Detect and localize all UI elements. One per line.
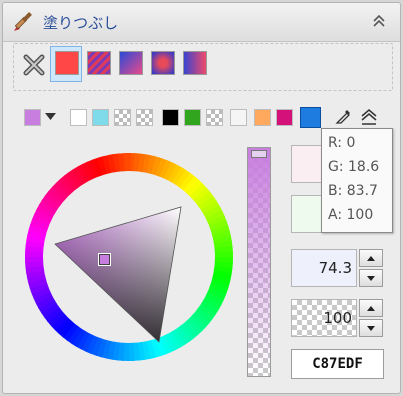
palette-swatch[interactable] — [70, 109, 87, 126]
alpha-slider[interactable] — [247, 147, 271, 377]
radial-gradient-button[interactable] — [151, 51, 175, 75]
tooltip-alpha: A: 100 — [328, 207, 374, 223]
mesh-gradient-button[interactable] — [183, 51, 207, 75]
alpha-decrement-button[interactable] — [359, 319, 383, 337]
arrow-down-icon — [367, 276, 375, 281]
tooltip-red: R: 0 — [328, 135, 356, 151]
panel-title: 塗りつぶし — [43, 14, 119, 32]
alpha-increment-button[interactable] — [359, 299, 383, 317]
alpha-spinbox: 100 — [291, 299, 383, 337]
arrow-down-icon — [367, 326, 375, 331]
layers-icon[interactable] — [359, 107, 379, 127]
lightness-decrement-button[interactable] — [359, 269, 383, 287]
no-fill-icon[interactable] — [23, 54, 45, 76]
lightness-increment-button[interactable] — [359, 249, 383, 267]
triangle-picker-handle[interactable] — [98, 253, 111, 266]
fill-panel: 塗りつぶし 74.3 100 C87EDF R: 0 G: 18.6 B: 83… — [2, 2, 401, 394]
arrow-up-icon — [367, 306, 375, 311]
palette-swatch[interactable] — [300, 107, 321, 128]
palette-swatch[interactable] — [276, 109, 293, 126]
alpha-field[interactable]: 100 — [291, 299, 357, 337]
palette-swatch[interactable] — [162, 109, 179, 126]
pattern-fill-button[interactable] — [87, 51, 111, 75]
rgba-tooltip: R: 0 G: 18.6 B: 83.7 A: 100 — [321, 128, 393, 233]
chevron-down-icon[interactable] — [45, 113, 56, 121]
arrow-up-icon — [367, 256, 375, 261]
palette-swatch[interactable] — [206, 109, 223, 126]
palette-swatch[interactable] — [254, 109, 271, 126]
palette-swatch[interactable] — [136, 109, 153, 126]
paint-brush-icon — [14, 12, 32, 31]
palette-swatch[interactable] — [230, 109, 247, 126]
eyedropper-icon[interactable] — [334, 106, 354, 126]
palette-swatch[interactable] — [92, 109, 109, 126]
palette-swatch[interactable] — [114, 109, 131, 126]
tooltip-blue: B: 83.7 — [328, 183, 378, 199]
tooltip-green: G: 18.6 — [328, 159, 380, 175]
linear-gradient-button[interactable] — [119, 51, 143, 75]
collapse-icon[interactable] — [372, 13, 386, 29]
palette-swatch[interactable] — [184, 109, 201, 126]
color-wheel[interactable] — [23, 151, 235, 363]
current-color-swatch[interactable] — [24, 109, 41, 126]
lightness-field[interactable]: 74.3 — [291, 249, 357, 287]
alpha-slider-handle[interactable] — [251, 150, 267, 158]
panel-header[interactable]: 塗りつぶし — [3, 3, 400, 42]
solid-fill-button[interactable] — [55, 51, 79, 75]
lightness-spinbox: 74.3 — [291, 249, 383, 287]
hex-color-input[interactable]: C87EDF — [291, 349, 384, 379]
